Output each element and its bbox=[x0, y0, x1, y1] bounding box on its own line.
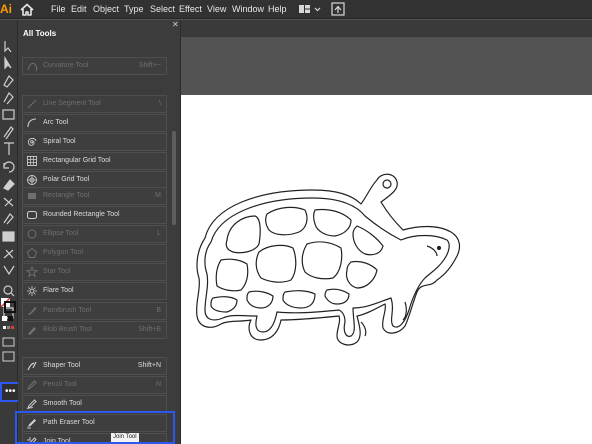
tool-shortcut: Shift+~ bbox=[138, 62, 161, 69]
tool-row-paintbrush-tool: Paintbrush Tool B bbox=[22, 302, 167, 320]
publish-icon[interactable] bbox=[331, 2, 345, 16]
all-tools-drawer: All Tools ✕ Curvature Tool Shift+~ Line Se… bbox=[18, 20, 181, 444]
flare-icon bbox=[27, 286, 37, 296]
tool-row-ellipse-tool: Ellipse Tool L bbox=[22, 225, 167, 243]
tooltip: Join Tool bbox=[111, 433, 139, 442]
tool-shortcut: N bbox=[155, 381, 161, 388]
tool-row-shaper-tool[interactable]: Shaper Tool Shift+N bbox=[22, 357, 167, 375]
app-logo: Ai bbox=[0, 2, 12, 16]
tool-row-rectangular-grid-tool[interactable]: Rectangular Grid Tool bbox=[22, 152, 167, 170]
pencil-icon bbox=[27, 380, 37, 390]
tool-label: Star Tool bbox=[43, 268, 71, 275]
smooth-icon bbox=[26, 399, 37, 410]
tool-label: Arc Tool bbox=[43, 119, 69, 126]
tool-row-pencil-tool: Pencil Tool N bbox=[22, 376, 167, 394]
star-icon bbox=[26, 266, 38, 278]
rounded-rectangle-icon bbox=[27, 211, 37, 219]
tool-row-polygon-tool: Polygon Tool bbox=[22, 244, 167, 262]
paintbrush-icon bbox=[28, 307, 37, 315]
menu-bar: Ai File Edit Object Type Select Effect V… bbox=[0, 0, 592, 19]
menu-type[interactable]: Type bbox=[124, 3, 144, 15]
home-icon[interactable] bbox=[18, 2, 36, 17]
tool-label: Smooth Tool bbox=[43, 400, 82, 407]
rectangle-icon bbox=[28, 193, 36, 199]
tool-row-line-segment-tool: Line Segment Tool \ bbox=[22, 95, 167, 113]
document-tab-bar bbox=[181, 20, 592, 37]
arrange-documents-icon[interactable] bbox=[298, 3, 326, 16]
close-icon[interactable]: ✕ bbox=[172, 20, 181, 29]
menu-file[interactable]: File bbox=[51, 3, 66, 15]
tool-label: Paintbrush Tool bbox=[43, 307, 92, 314]
tool-label: Pencil Tool bbox=[43, 381, 77, 388]
tool-row-rounded-rectangle-tool[interactable]: Rounded Rectangle Tool bbox=[22, 206, 167, 224]
shaper-icon bbox=[27, 361, 37, 371]
menu-window[interactable]: Window bbox=[232, 3, 264, 15]
blob-brush-icon bbox=[28, 327, 36, 335]
menu-help[interactable]: Help bbox=[268, 3, 287, 15]
tool-shortcut: B bbox=[156, 307, 161, 314]
tool-row-rectangle-tool: Rectangle Tool M bbox=[22, 187, 167, 205]
tool-row-spiral-tool[interactable]: Spiral Tool bbox=[22, 133, 167, 151]
tool-row-blob-brush-tool: Blob Brush Tool Shift+B bbox=[22, 321, 167, 339]
tool-label: Blob Brush Tool bbox=[43, 326, 92, 333]
menu-effect[interactable]: Effect bbox=[179, 3, 202, 15]
tool-row-flare-tool[interactable]: Flare Tool bbox=[22, 282, 167, 300]
menu-edit[interactable]: Edit bbox=[71, 3, 87, 15]
tools-panel: ••• bbox=[0, 20, 20, 444]
tool-shortcut: M bbox=[155, 192, 161, 199]
tool-label: Polygon Tool bbox=[43, 249, 83, 256]
illustrator-window: Ai File Edit Object Type Select Effect V… bbox=[0, 0, 592, 444]
line-segment-icon bbox=[27, 99, 37, 109]
tool-shortcut: \ bbox=[159, 100, 161, 107]
edit-toolbar-button[interactable]: ••• bbox=[0, 382, 20, 402]
tool-label: Curvature Tool bbox=[43, 62, 89, 69]
drawer-scrollbar-thumb[interactable] bbox=[172, 131, 176, 225]
tool-shortcut: Shift+N bbox=[137, 362, 161, 369]
join-tool-highlight bbox=[15, 411, 175, 444]
drawer-scrollbar[interactable] bbox=[171, 48, 177, 444]
rectangular-grid-icon bbox=[27, 156, 37, 166]
tool-shortcut: L bbox=[157, 230, 161, 237]
tool-row-arc-tool[interactable]: Arc Tool bbox=[22, 114, 167, 132]
polar-grid-icon bbox=[27, 175, 37, 185]
fill-stroke-swatches[interactable] bbox=[1, 298, 17, 378]
tool-row-curvature-tool: Curvature Tool Shift+~ bbox=[22, 57, 167, 75]
tool-label: Rectangle Tool bbox=[43, 192, 90, 199]
curvature-icon bbox=[27, 62, 38, 72]
tool-row-star-tool: Star Tool bbox=[22, 263, 167, 281]
tool-label: Rectangular Grid Tool bbox=[43, 157, 111, 164]
tool-label: Ellipse Tool bbox=[43, 230, 79, 237]
tool-label: Rounded Rectangle Tool bbox=[43, 211, 120, 218]
arc-icon bbox=[27, 118, 37, 128]
tool-label: Polar Grid Tool bbox=[43, 176, 90, 183]
tool-label: Line Segment Tool bbox=[43, 100, 101, 107]
tool-label: Shaper Tool bbox=[43, 362, 81, 369]
ellipse-icon bbox=[27, 229, 37, 239]
turtle-artwork[interactable] bbox=[181, 160, 471, 360]
tool-label: Flare Tool bbox=[43, 287, 74, 294]
tool-shortcut: Shift+B bbox=[138, 326, 161, 333]
polygon-icon bbox=[26, 247, 38, 258]
spiral-icon bbox=[28, 137, 37, 146]
menu-view[interactable]: View bbox=[207, 3, 226, 15]
menu-select[interactable]: Select bbox=[150, 3, 175, 15]
menu-object[interactable]: Object bbox=[93, 3, 119, 15]
drawer-title: All Tools bbox=[23, 29, 57, 38]
more-tools-label: ••• bbox=[5, 386, 16, 397]
tool-label: Spiral Tool bbox=[43, 138, 76, 145]
